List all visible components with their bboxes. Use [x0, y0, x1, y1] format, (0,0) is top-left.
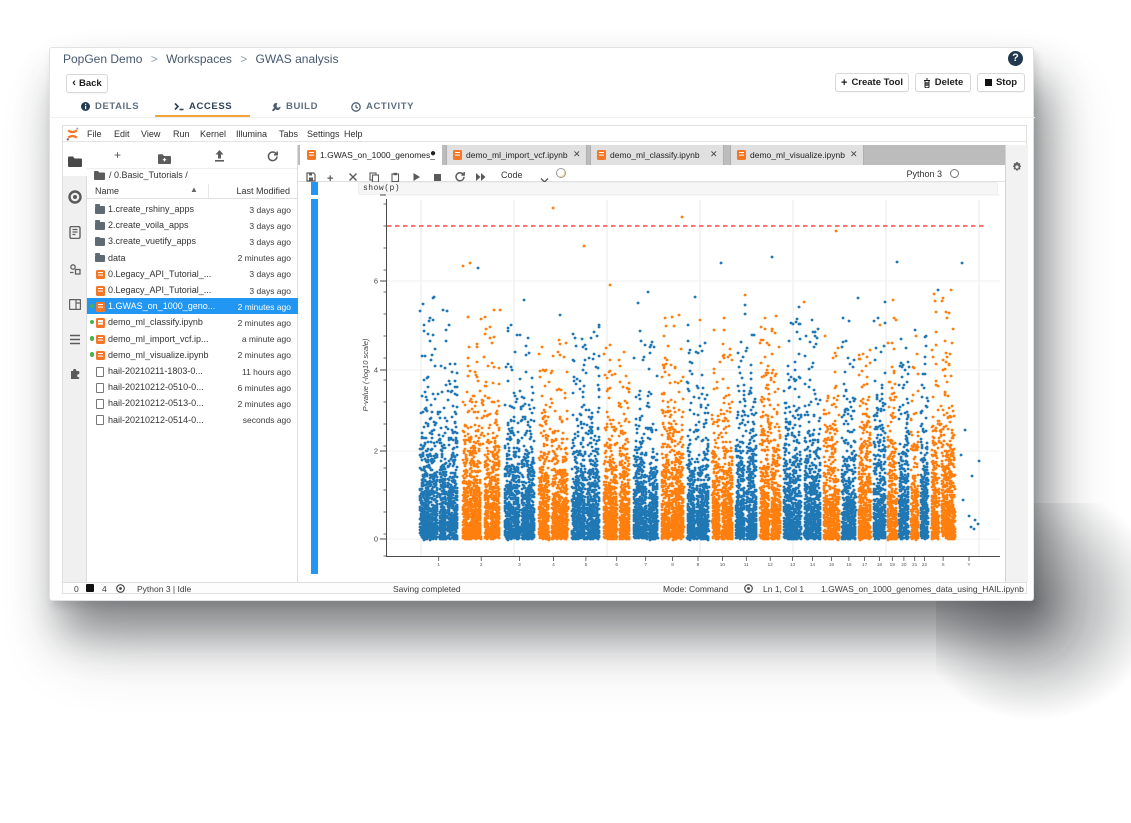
svg-text:1: 1	[437, 562, 440, 568]
svg-text:13: 13	[790, 562, 796, 568]
svg-text:18: 18	[877, 562, 883, 568]
svg-text:2: 2	[480, 562, 483, 568]
svg-text:11: 11	[744, 562, 749, 568]
svg-text:2: 2	[374, 447, 378, 456]
svg-text:8: 8	[671, 562, 674, 568]
svg-text:6: 6	[615, 562, 618, 568]
svg-text:4: 4	[552, 562, 555, 568]
svg-text:16: 16	[846, 562, 852, 568]
svg-text:19: 19	[890, 562, 896, 568]
svg-text:17: 17	[862, 562, 868, 568]
svg-text:Y: Y	[967, 562, 971, 568]
svg-text:15: 15	[829, 562, 835, 568]
svg-text:4: 4	[374, 366, 378, 375]
svg-text:9: 9	[697, 562, 700, 568]
svg-text:7: 7	[644, 562, 647, 568]
svg-text:14: 14	[810, 562, 816, 568]
svg-text:12: 12	[768, 562, 774, 568]
svg-text:6: 6	[374, 277, 378, 286]
svg-text:P-value (-log10 scale): P-value (-log10 scale)	[361, 338, 370, 411]
svg-text:20: 20	[901, 562, 907, 568]
svg-text:0: 0	[374, 535, 378, 544]
svg-text:3: 3	[518, 562, 521, 568]
svg-text:5: 5	[585, 562, 588, 568]
svg-text:10: 10	[720, 562, 726, 568]
svg-text:X: X	[941, 562, 945, 568]
svg-text:21: 21	[912, 562, 918, 568]
svg-text:22: 22	[922, 562, 928, 568]
